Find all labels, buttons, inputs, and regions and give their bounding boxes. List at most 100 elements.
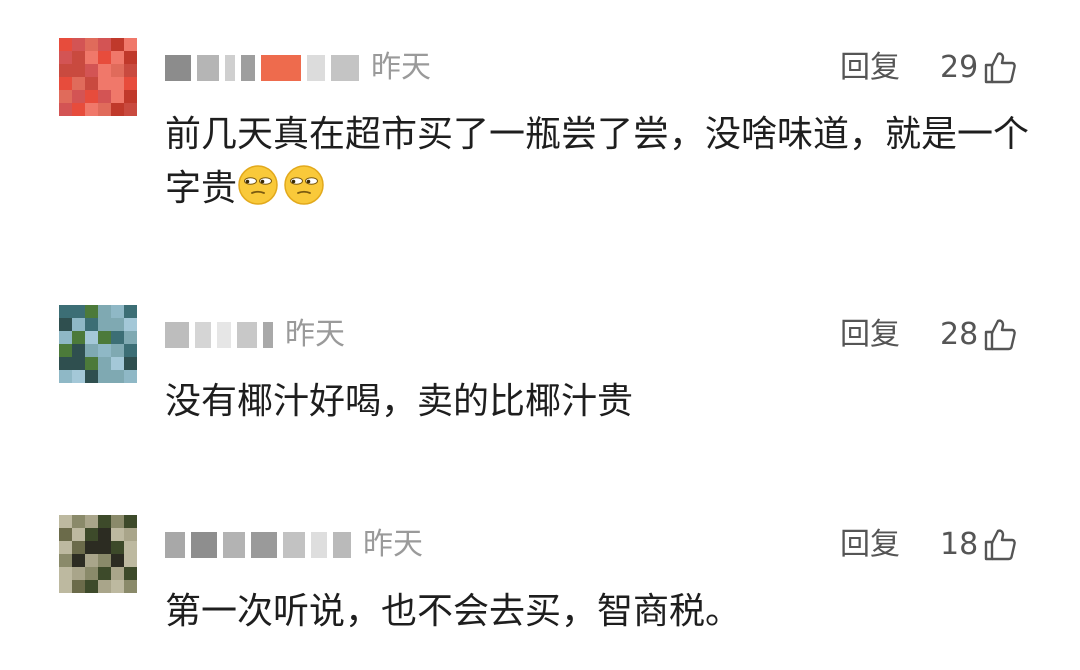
avatar[interactable] — [59, 305, 137, 383]
avatar-pixel — [98, 580, 111, 593]
blurred-username-block — [195, 322, 211, 348]
avatar-pixel — [98, 305, 111, 318]
thumbs-up-icon — [984, 529, 1017, 561]
avatar-pixel — [72, 528, 85, 541]
avatar-pixel — [124, 357, 137, 370]
username[interactable]: 昨天 — [165, 523, 423, 567]
thumbs-up-icon — [984, 319, 1017, 351]
thumbs-up-icon — [984, 52, 1017, 84]
avatar-pixel — [85, 318, 98, 331]
avatar-pixel — [98, 370, 111, 383]
like-button[interactable]: 29 — [940, 46, 1018, 90]
avatar-pixel — [124, 528, 137, 541]
like-button[interactable]: 18 — [940, 523, 1018, 567]
reply-button[interactable]: 回复 — [840, 523, 900, 567]
blurred-username-block — [191, 532, 217, 558]
avatar-pixel — [72, 64, 85, 77]
avatar-pixel — [72, 357, 85, 370]
avatar-pixel — [124, 331, 137, 344]
blurred-username-block — [217, 322, 231, 348]
avatar-pixel — [124, 567, 137, 580]
avatar-pixel — [59, 38, 72, 51]
avatar[interactable] — [59, 515, 137, 593]
avatar-pixel — [59, 64, 72, 77]
blurred-username-block — [223, 532, 245, 558]
unamused-face-emoji-icon — [238, 165, 278, 205]
blurred-username-block — [261, 55, 301, 81]
avatar-pixel — [98, 567, 111, 580]
avatar-pixel — [111, 567, 124, 580]
avatar-pixel — [72, 51, 85, 64]
avatar-pixel — [98, 318, 111, 331]
avatar-pixel — [124, 554, 137, 567]
avatar-pixel — [111, 515, 124, 528]
like-count: 28 — [940, 317, 979, 352]
avatar-pixel — [72, 554, 85, 567]
avatar-pixel — [72, 370, 85, 383]
avatar-pixel — [85, 370, 98, 383]
avatar-pixel — [72, 580, 85, 593]
avatar-pixel — [72, 541, 85, 554]
avatar-pixel — [59, 90, 72, 103]
avatar-pixel — [124, 38, 137, 51]
avatar-pixel — [85, 357, 98, 370]
like-count: 29 — [940, 50, 979, 85]
avatar-pixel — [85, 64, 98, 77]
reply-button[interactable]: 回复 — [840, 46, 900, 90]
username[interactable]: 昨天 — [165, 313, 345, 357]
avatar-pixel — [111, 357, 124, 370]
avatar-pixel — [59, 554, 72, 567]
avatar-pixel — [111, 90, 124, 103]
avatar-pixel — [111, 318, 124, 331]
avatar-pixel — [111, 541, 124, 554]
reply-button[interactable]: 回复 — [840, 313, 900, 357]
avatar-pixel — [59, 305, 72, 318]
avatar-pixel — [124, 370, 137, 383]
avatar-pixel — [72, 344, 85, 357]
avatar-pixel — [124, 77, 137, 90]
avatar-pixel — [124, 541, 137, 554]
avatar[interactable] — [59, 38, 137, 116]
avatar-pixel — [59, 318, 72, 331]
avatar-pixel — [98, 554, 111, 567]
avatar-pixel — [98, 90, 111, 103]
username[interactable]: 昨天 — [165, 46, 431, 90]
comment-time: 昨天 — [285, 317, 345, 352]
avatar-pixel — [124, 344, 137, 357]
avatar-pixel — [111, 64, 124, 77]
avatar-pixel — [85, 567, 98, 580]
avatar-pixel — [85, 554, 98, 567]
blurred-username-block — [283, 532, 305, 558]
avatar-pixel — [111, 580, 124, 593]
avatar-pixel — [59, 580, 72, 593]
avatar-pixel — [59, 344, 72, 357]
avatar-pixel — [111, 331, 124, 344]
avatar-pixel — [85, 305, 98, 318]
avatar-pixel — [85, 528, 98, 541]
blurred-username-block — [311, 532, 327, 558]
avatar-pixel — [72, 515, 85, 528]
avatar-pixel — [85, 38, 98, 51]
avatar-pixel — [85, 344, 98, 357]
avatar-pixel — [72, 77, 85, 90]
avatar-pixel — [111, 77, 124, 90]
unamused-face-emoji-icon — [284, 165, 324, 205]
avatar-pixel — [85, 103, 98, 116]
avatar-pixel — [59, 528, 72, 541]
blurred-username-block — [225, 55, 235, 81]
avatar-pixel — [98, 515, 111, 528]
comment-text: 没有椰汁好喝，卖的比椰汁贵 — [165, 375, 1035, 429]
avatar-pixel — [72, 305, 85, 318]
avatar-pixel — [111, 38, 124, 51]
avatar-pixel — [111, 51, 124, 64]
avatar-pixel — [59, 51, 72, 64]
blurred-username-block — [263, 322, 273, 348]
avatar-pixel — [85, 90, 98, 103]
blurred-username-block — [307, 55, 325, 81]
like-button[interactable]: 28 — [940, 313, 1018, 357]
avatar-pixel — [85, 541, 98, 554]
like-count: 18 — [940, 527, 979, 562]
avatar-pixel — [72, 103, 85, 116]
avatar-pixel — [124, 580, 137, 593]
avatar-pixel — [98, 38, 111, 51]
